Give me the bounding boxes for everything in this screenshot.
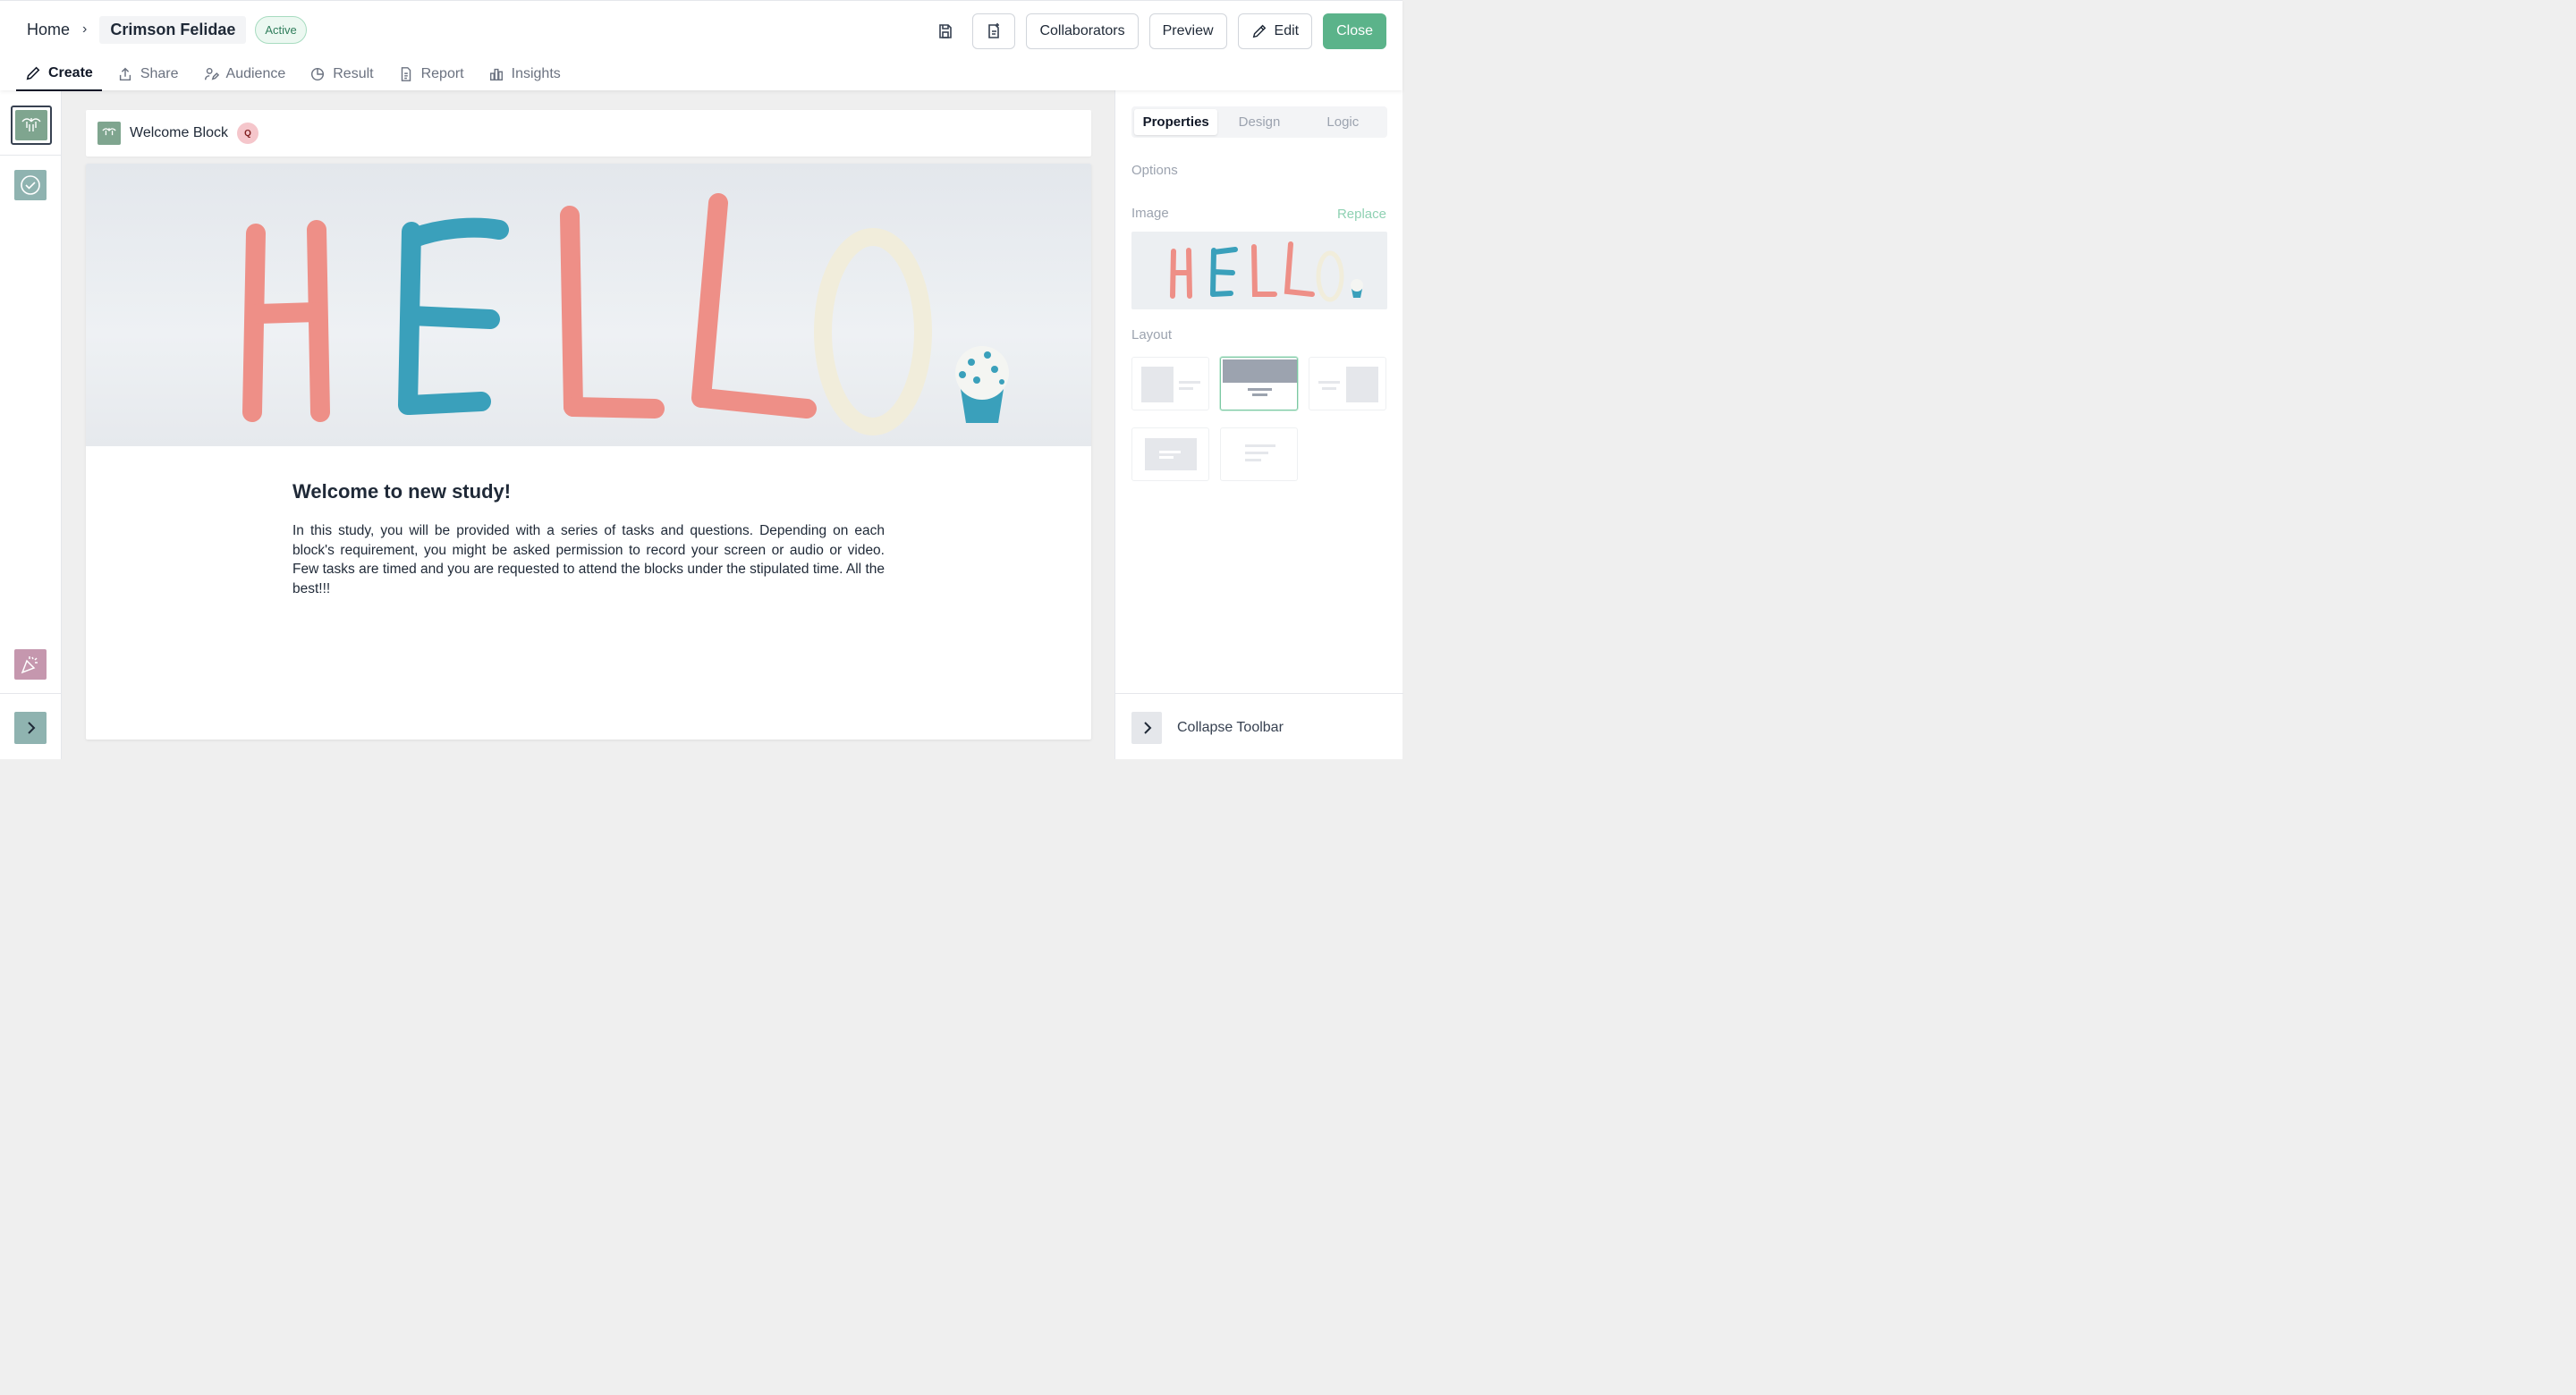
- audience-icon: [204, 67, 219, 80]
- header-actions: Collaborators Preview Edit Close: [929, 13, 1386, 49]
- tab-audience[interactable]: Audience: [194, 56, 295, 91]
- tab-insights[interactable]: Insights: [479, 56, 570, 91]
- layout-image-right-icon: [1318, 367, 1378, 402]
- status-badge: Active: [255, 15, 307, 44]
- welcome-body: In this study, you will be provided with…: [292, 523, 885, 596]
- hero-image: [86, 164, 1091, 446]
- welcome-block-thumbnail[interactable]: [11, 106, 52, 145]
- expand-rail-button[interactable]: [14, 712, 47, 744]
- layout-text-only-icon: [1245, 444, 1275, 461]
- options-label: Options: [1131, 163, 1178, 178]
- share-icon: [119, 67, 131, 80]
- study-title[interactable]: Crimson Felidae: [99, 15, 247, 44]
- panel-tabs: Properties Design Logic: [1131, 106, 1387, 138]
- tab-logic[interactable]: Logic: [1301, 109, 1385, 135]
- block-header: Welcome Block Q: [86, 110, 1091, 156]
- tab-result[interactable]: Result: [301, 56, 382, 91]
- properties-panel: Properties Design Logic Options Image Re…: [1114, 90, 1403, 759]
- document-icon: [401, 66, 411, 81]
- divider: [0, 693, 61, 694]
- welcome-card: Welcome to new study! In this study, you…: [86, 164, 1091, 740]
- layout-image-background[interactable]: [1131, 427, 1209, 481]
- tab-create[interactable]: Create: [16, 56, 102, 91]
- add-note-icon: [988, 23, 1000, 38]
- block-list-rail: [0, 90, 62, 759]
- layout-image-top[interactable]: [1220, 357, 1298, 410]
- layout-image-top-icon: [1223, 359, 1297, 396]
- divider: [0, 155, 61, 156]
- breadcrumb-home[interactable]: Home: [21, 21, 75, 39]
- collapse-toolbar-label[interactable]: Collapse Toolbar: [1177, 720, 1284, 736]
- app-root: Home › Crimson Felidae Active Collaborat…: [0, 0, 1403, 759]
- tab-label: Share: [140, 65, 179, 81]
- layout-image-background-icon: [1145, 438, 1197, 470]
- bar-chart-icon: [489, 68, 503, 80]
- layout-label: Layout: [1131, 327, 1173, 342]
- welcome-content: Welcome to new study! In this study, you…: [292, 480, 885, 598]
- image-preview[interactable]: [1131, 232, 1387, 309]
- tab-design[interactable]: Design: [1217, 109, 1301, 135]
- chevron-right-icon: ›: [82, 21, 88, 37]
- pencil-icon: [26, 66, 40, 80]
- collapse-toolbar-button[interactable]: [1131, 712, 1162, 744]
- pie-chart-icon: [311, 67, 325, 80]
- divider: [1115, 693, 1403, 694]
- tab-label: Create: [48, 64, 93, 80]
- welcome-block-icon: [97, 122, 121, 145]
- replace-image-link[interactable]: Replace: [1337, 207, 1386, 222]
- block-title: Welcome Block: [130, 125, 228, 140]
- tab-label: Report: [420, 65, 464, 81]
- collaborators-button[interactable]: Collaborators: [1026, 13, 1139, 49]
- edit-label: Edit: [1274, 23, 1300, 38]
- save-icon[interactable]: [929, 14, 962, 48]
- tab-properties[interactable]: Properties: [1134, 109, 1218, 135]
- pencil-icon: [1252, 24, 1266, 38]
- breadcrumb: Home › Crimson Felidae Active: [21, 15, 307, 44]
- edit-button[interactable]: Edit: [1237, 13, 1313, 49]
- tab-label: Result: [333, 65, 374, 81]
- hello-thumbnail: [1170, 241, 1363, 302]
- layout-text-only[interactable]: [1220, 427, 1298, 481]
- layout-image-left[interactable]: [1131, 357, 1209, 410]
- close-button[interactable]: Close: [1323, 13, 1386, 49]
- chevron-right-icon: [1144, 722, 1152, 734]
- chevron-right-icon: [28, 722, 36, 734]
- tab-report[interactable]: Report: [389, 56, 473, 91]
- add-note-button[interactable]: [972, 13, 1016, 49]
- thank-you-block-thumbnail[interactable]: [14, 649, 47, 680]
- block-type-badge: Q: [236, 123, 258, 144]
- tab-label: Audience: [225, 65, 286, 81]
- layout-image-right[interactable]: [1309, 357, 1386, 410]
- party-popper-icon: [21, 656, 38, 674]
- hello-clay-illustration: [242, 193, 1009, 435]
- top-header: Home › Crimson Felidae Active Collaborat…: [0, 0, 1402, 91]
- tab-label: Insights: [511, 65, 561, 81]
- layout-image-left-icon: [1141, 367, 1200, 402]
- tab-share[interactable]: Share: [108, 56, 188, 91]
- check-circle-icon: [21, 175, 40, 195]
- preview-button[interactable]: Preview: [1148, 13, 1227, 49]
- main-tabs: Create Share Audience Result Report Insi…: [16, 56, 576, 91]
- welcome-heading: Welcome to new study!: [292, 480, 512, 503]
- image-label: Image: [1131, 206, 1169, 221]
- welcome-icon: [21, 118, 41, 131]
- checkpoint-block-thumbnail[interactable]: [14, 170, 47, 200]
